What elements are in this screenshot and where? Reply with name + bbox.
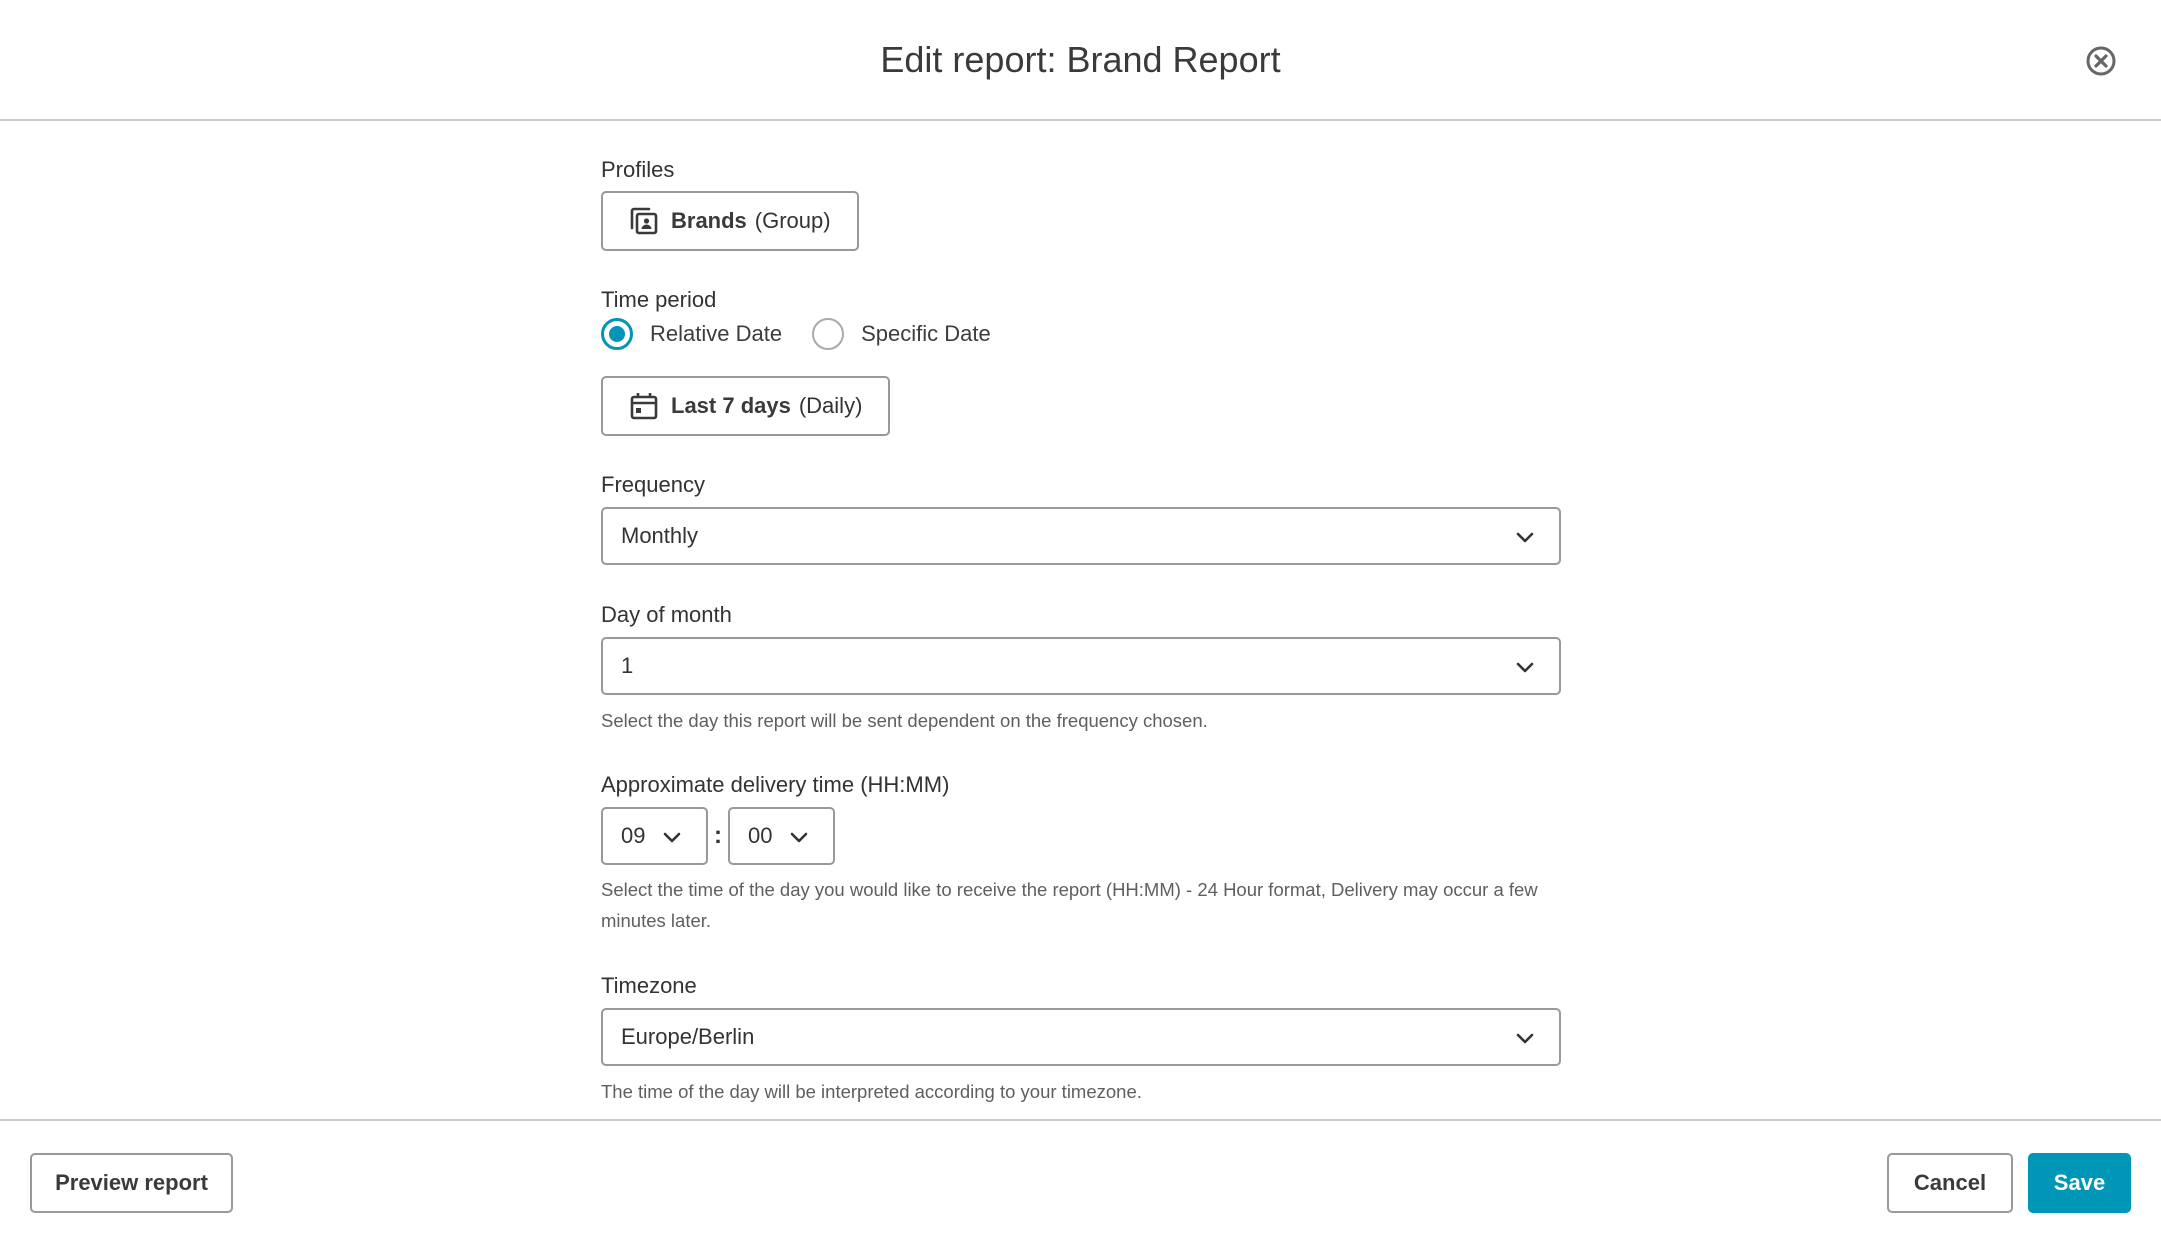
modal-header: Edit report: Brand Report: [0, 0, 2161, 121]
cancel-button[interactable]: Cancel: [1887, 1153, 2013, 1213]
time-separator: :: [714, 822, 722, 849]
close-button[interactable]: [2085, 45, 2117, 77]
hour-select[interactable]: 09: [601, 807, 708, 865]
chevron-down-icon: [790, 832, 808, 843]
modal-footer: Preview report Cancel Save: [0, 1119, 2161, 1241]
delivery-time-group: 09 : 00: [601, 807, 835, 865]
calendar-icon: [629, 391, 659, 421]
profiles-label: Profiles: [601, 157, 675, 182]
minute-select[interactable]: 00: [728, 807, 835, 865]
save-button[interactable]: Save: [2028, 1153, 2131, 1213]
frequency-value: Monthly: [621, 523, 699, 548]
edit-report-modal: Edit report: Brand Report Profiles Brand…: [0, 0, 2161, 1241]
time-period-radio-group: Relative Date Specific Date: [601, 317, 1021, 351]
day-of-month-value: 1: [621, 653, 634, 678]
profiles-chip[interactable]: Brands (Group): [601, 191, 859, 251]
chevron-down-icon: [1516, 1033, 1534, 1044]
modal-title: Edit report: Brand Report: [880, 39, 1281, 80]
chevron-down-icon: [1516, 532, 1534, 543]
hour-value: 09: [621, 823, 646, 848]
close-circle-icon: [2086, 46, 2116, 76]
frequency-label: Frequency: [601, 472, 705, 497]
day-of-month-help: Select the day this report will be sent …: [601, 710, 1208, 731]
timezone-label: Timezone: [601, 973, 697, 998]
chevron-down-icon: [663, 832, 681, 843]
delivery-time-label: Approximate delivery time (HH:MM): [601, 772, 950, 797]
preview-report-button[interactable]: Preview report: [30, 1153, 233, 1213]
date-range-chip[interactable]: Last 7 days (Daily): [601, 376, 891, 436]
relative-date-label[interactable]: Relative Date: [650, 321, 782, 347]
profile-group-icon: [629, 206, 659, 236]
profiles-chip-name: Brands: [671, 208, 747, 233]
delivery-time-help: Select the time of the day you would lik…: [601, 879, 1538, 931]
timezone-help: The time of the day will be interpreted …: [601, 1081, 1142, 1102]
day-of-month-label: Day of month: [601, 602, 732, 627]
timezone-value: Europe/Berlin: [621, 1024, 755, 1049]
date-range-chip-suffix: (Daily): [798, 393, 863, 418]
minute-value: 00: [748, 823, 773, 848]
specific-date-label[interactable]: Specific Date: [861, 321, 991, 347]
specific-date-radio[interactable]: [812, 318, 845, 350]
timezone-select[interactable]: Europe/Berlin: [601, 1008, 1561, 1066]
day-of-month-select[interactable]: 1: [601, 637, 1561, 695]
profiles-chip-suffix: (Group): [754, 208, 831, 233]
date-range-chip-name: Last 7 days: [671, 393, 791, 418]
time-period-label: Time period: [601, 287, 717, 312]
chevron-down-icon: [1516, 662, 1534, 673]
relative-date-radio[interactable]: [601, 318, 633, 350]
frequency-select[interactable]: Monthly: [601, 507, 1561, 565]
